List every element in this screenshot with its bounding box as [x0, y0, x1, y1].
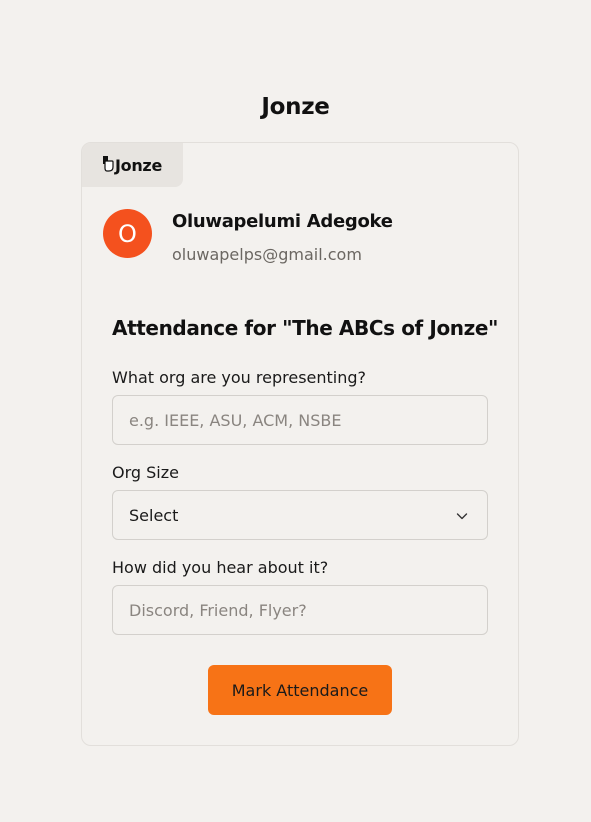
brand-name: Jonze — [115, 155, 163, 175]
org-label: What org are you representing? — [112, 368, 367, 387]
org-size-value: Select — [129, 505, 179, 525]
page-title: Jonze — [261, 94, 330, 120]
org-input[interactable] — [112, 395, 488, 445]
mark-attendance-button[interactable]: Mark Attendance — [208, 665, 392, 715]
chevron-down-icon — [456, 513, 468, 520]
org-size-select[interactable]: Select — [112, 490, 488, 540]
user-name: Oluwapelumi Adegoke — [172, 211, 393, 232]
org-size-label: Org Size — [112, 463, 179, 482]
jonze-logo-icon — [103, 156, 114, 172]
avatar: O — [103, 209, 152, 258]
brand-tab: Jonze — [82, 143, 183, 187]
hear-about-label: How did you hear about it? — [112, 558, 329, 577]
user-email: oluwapelps@gmail.com — [172, 245, 362, 264]
attendance-card: Jonze O Oluwapelumi Adegoke oluwapelps@g… — [81, 142, 519, 746]
form-heading: Attendance for "The ABCs of Jonze" — [112, 316, 499, 340]
hear-about-input[interactable] — [112, 585, 488, 635]
